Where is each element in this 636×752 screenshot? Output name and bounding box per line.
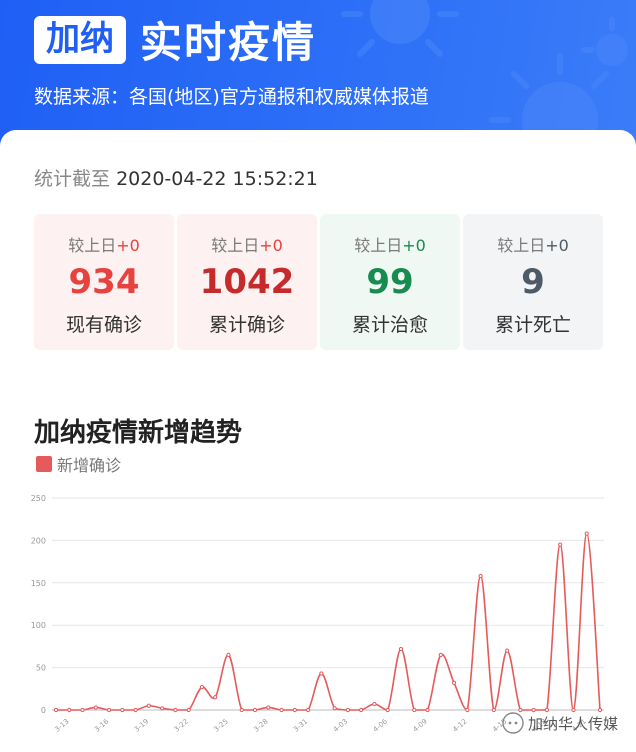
x-tick-label: 3-31: [292, 717, 309, 733]
stat-value: 9: [521, 262, 545, 302]
data-point: [372, 701, 377, 707]
data-point: [412, 707, 417, 713]
watermark: 加纳华人传媒: [502, 712, 618, 734]
stats-row: 较上日+0 934 现有确诊 较上日+0 1042 累计确诊 较上日+0 99 …: [34, 214, 604, 352]
stat-delta: 较上日+0: [68, 236, 140, 255]
x-tick-label: 3-28: [252, 717, 269, 733]
stat-delta: 较上日+0: [211, 236, 283, 255]
chart-title: 加纳疫情新增趋势: [34, 418, 243, 448]
data-point: [67, 707, 72, 713]
page-title: 实时疫情: [140, 18, 317, 67]
data-point: [398, 646, 404, 652]
data-point: [438, 652, 443, 657]
data-point: [584, 531, 589, 536]
country-badge: 加纳: [34, 15, 126, 64]
header-banner: 加纳 实时疫情 数据来源：各国(地区)官方通报和权威媒体报道: [0, 0, 636, 150]
stat-total-confirmed: 较上日+0 1042 累计确诊: [177, 214, 317, 350]
x-tick-label: 3-19: [133, 717, 150, 733]
data-source-text: 数据来源：各国(地区)官方通报和权威媒体报道: [34, 86, 429, 108]
y-tick-label: 100: [31, 621, 46, 630]
data-point: [305, 707, 311, 713]
data-point: [146, 703, 151, 708]
data-point: [425, 707, 430, 713]
update-time-prefix: 统计截至: [34, 168, 111, 190]
data-point: [491, 707, 496, 713]
update-timestamp: 2020-04-22 15:52:21: [116, 168, 318, 190]
stat-delta: 较上日+0: [497, 236, 569, 255]
x-tick-label: 3-22: [173, 717, 190, 733]
stat-label: 现有确诊: [65, 314, 142, 336]
stat-value: 99: [366, 262, 414, 302]
update-time: 统计截至 2020-04-22 15:52:21: [34, 164, 318, 191]
y-tick-label: 50: [36, 664, 46, 673]
data-point: [239, 707, 244, 713]
y-tick-label: 250: [31, 494, 46, 503]
stat-current-confirmed: 较上日+0 934 现有确诊: [34, 214, 174, 350]
data-point: [53, 707, 59, 713]
y-tick-label: 150: [31, 579, 46, 588]
x-tick-label: 4-06: [372, 717, 390, 734]
legend-label: 新增确诊: [57, 456, 122, 475]
data-point: [465, 707, 470, 713]
data-point: [213, 695, 218, 700]
y-tick-label: 200: [31, 536, 46, 545]
data-point: [266, 705, 271, 710]
data-point: [478, 573, 483, 579]
x-tick-label: 4-09: [411, 717, 428, 733]
data-point: [173, 707, 178, 713]
legend-swatch: [36, 456, 52, 472]
x-tick-label: 3-16: [93, 717, 111, 734]
data-point: [106, 707, 112, 713]
data-point: [558, 542, 563, 547]
stats-card: 统计截至 2020-04-22 15:52:21 较上日+0 934 现有确诊 …: [0, 130, 636, 752]
data-point: [385, 707, 390, 713]
stat-label: 累计确诊: [208, 314, 285, 336]
data-point: [186, 707, 191, 713]
stat-value: 934: [68, 262, 140, 302]
data-point: [505, 648, 510, 653]
stat-total-recovered: 较上日+0 99 累计治愈: [320, 214, 460, 350]
x-tick-label: 4-03: [332, 717, 349, 733]
data-point: [252, 707, 258, 713]
data-point: [451, 680, 457, 685]
data-point: [80, 707, 85, 713]
wechat-icon: [502, 712, 524, 734]
data-point: [279, 707, 284, 713]
data-point: [199, 685, 205, 690]
data-point: [133, 707, 138, 713]
data-point: [345, 707, 351, 713]
data-point: [359, 707, 364, 713]
data-point: [226, 652, 231, 657]
stat-value: 1042: [199, 262, 295, 302]
x-tick-label: 3-25: [212, 717, 229, 733]
data-point: [292, 707, 297, 713]
stat-label: 累计治愈: [351, 314, 428, 336]
series-line: [56, 532, 601, 711]
x-tick-label: 4-12: [451, 717, 468, 733]
chart-legend[interactable]: 新增确诊: [36, 452, 121, 476]
data-point: [120, 707, 125, 713]
data-point: [160, 706, 165, 711]
data-point: [93, 705, 98, 710]
stat-total-deaths: 较上日+0 9 累计死亡: [463, 214, 603, 350]
stat-delta: 较上日+0: [354, 236, 426, 255]
x-tick-label: 3-13: [53, 717, 70, 733]
y-tick-label: 0: [41, 706, 46, 715]
data-point: [319, 671, 324, 676]
watermark-text: 加纳华人传媒: [528, 714, 619, 733]
data-point: [332, 706, 337, 711]
stat-label: 累计死亡: [494, 314, 571, 336]
